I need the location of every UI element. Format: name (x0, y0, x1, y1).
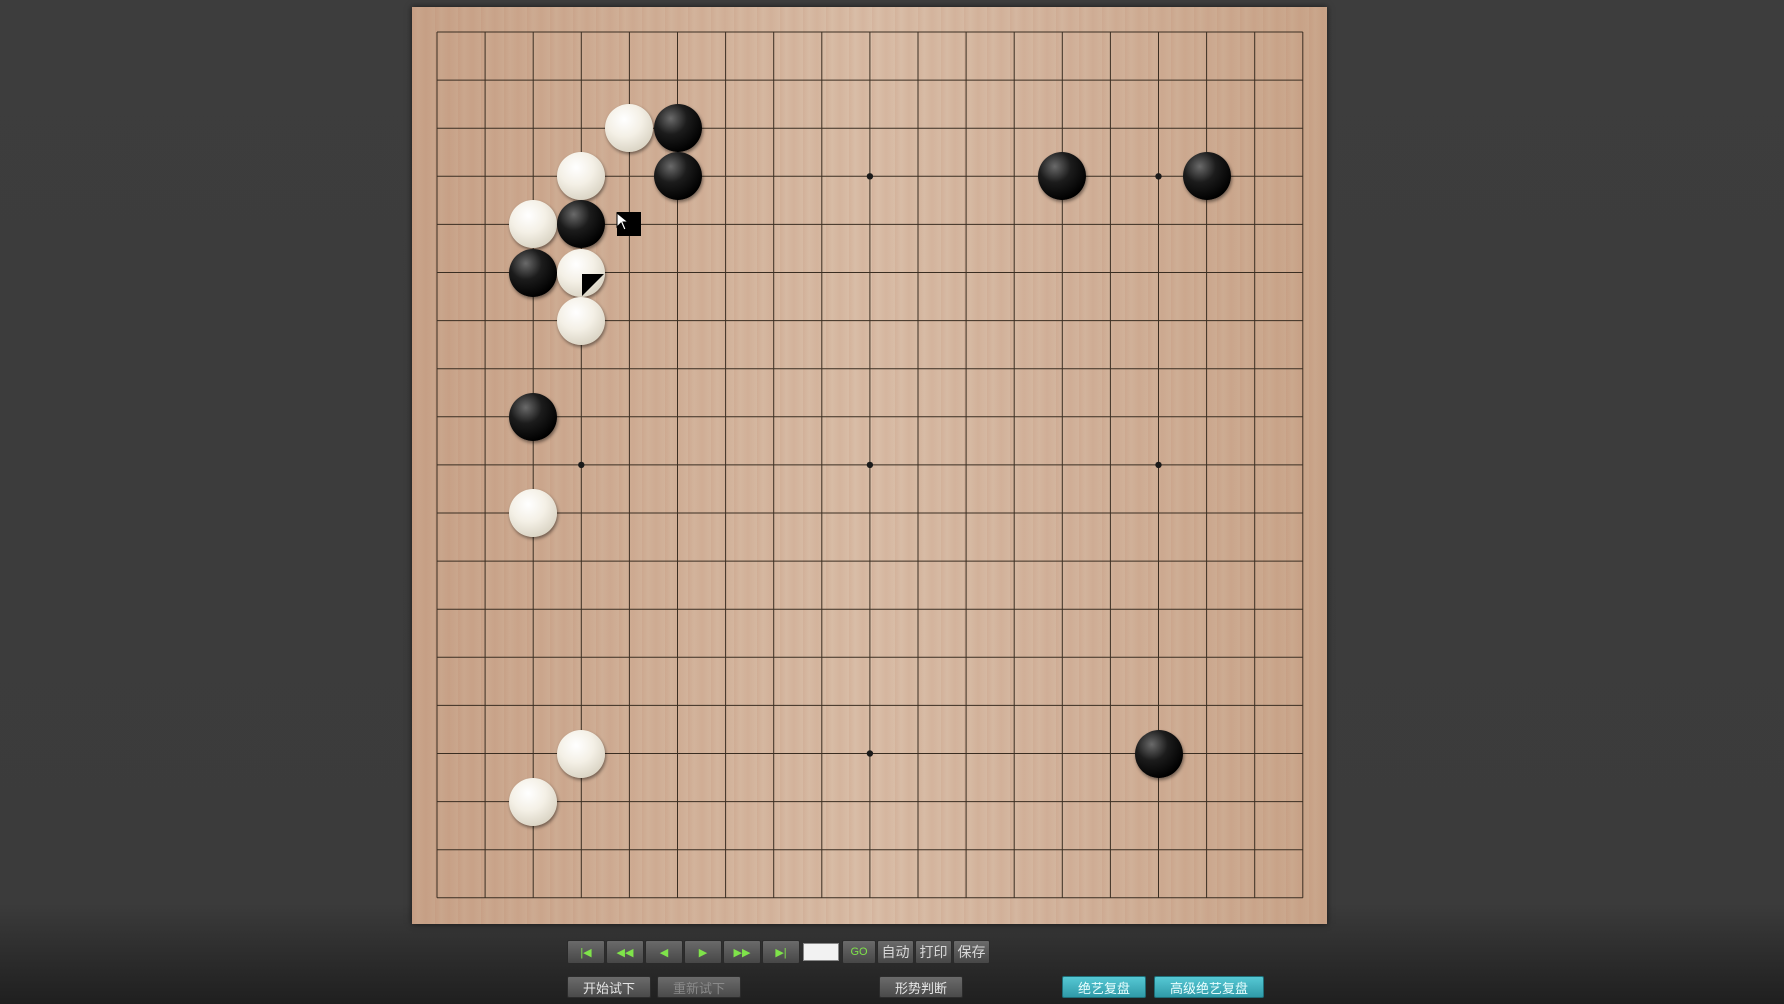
go-board[interactable] (412, 7, 1327, 924)
white-stone (509, 489, 558, 537)
print-button[interactable]: 打印 (915, 940, 952, 964)
white-stone (557, 296, 606, 345)
skip-to-start-icon[interactable]: |◀ (567, 940, 605, 964)
step-back-icon[interactable]: ◀ (645, 940, 683, 964)
star-point (578, 461, 585, 469)
auto-button[interactable]: 自动 (877, 940, 914, 964)
black-stone (1182, 152, 1231, 201)
ai-review-button[interactable]: 绝艺复盘 (1062, 976, 1146, 998)
star-point (866, 461, 874, 469)
star-point (1155, 173, 1162, 180)
black-stone (1134, 729, 1183, 778)
star-point (866, 173, 874, 180)
navigation-toolbar: |◀ ◀◀ ◀ ▶ ▶▶ ▶| GO 自动 打印 保存 (567, 940, 990, 964)
step-forward-icon[interactable]: ▶ (684, 940, 722, 964)
fast-rewind-icon[interactable]: ◀◀ (606, 940, 644, 964)
start-try-button[interactable]: 开始试下 (567, 976, 651, 998)
restart-try-button[interactable]: 重新试下 (657, 976, 741, 998)
black-stone (653, 104, 702, 153)
black-stone (509, 392, 558, 441)
white-stone (605, 104, 654, 153)
skip-to-end-icon[interactable]: ▶| (762, 940, 800, 964)
black-stone (1038, 152, 1087, 201)
save-button[interactable]: 保存 (953, 940, 990, 964)
last-move-marker (582, 273, 605, 296)
black-stone (557, 200, 606, 249)
white-stone (557, 729, 606, 778)
white-stone (509, 777, 558, 826)
black-stone (509, 248, 558, 297)
fast-forward-icon[interactable]: ▶▶ (723, 940, 761, 964)
star-point (866, 750, 874, 757)
judge-position-button[interactable]: 形势判断 (879, 976, 963, 998)
advanced-ai-review-button[interactable]: 高级绝艺复盘 (1154, 976, 1264, 998)
mouse-cursor-icon (616, 212, 630, 232)
go-button[interactable]: GO (842, 940, 876, 964)
move-number-input[interactable] (803, 943, 839, 961)
black-stone (653, 152, 702, 201)
white-stone (557, 152, 606, 201)
star-point (1155, 461, 1162, 469)
white-stone (509, 200, 558, 249)
